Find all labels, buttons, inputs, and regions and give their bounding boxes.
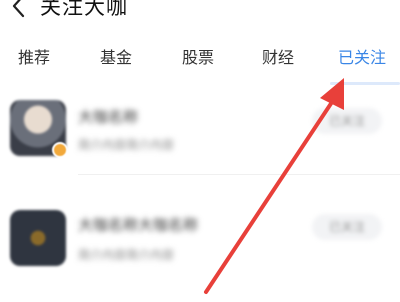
verified-badge-icon bbox=[52, 142, 68, 158]
tab-recommend[interactable]: 推荐 bbox=[18, 44, 50, 68]
tab-bar: 推荐 基金 股票 财经 已关注 bbox=[0, 44, 400, 74]
divider bbox=[78, 174, 400, 175]
list-item[interactable]: 大咖名称大咖名称 简介内容简介内容 已关注 bbox=[0, 202, 400, 302]
tab-finance[interactable]: 财经 bbox=[262, 44, 294, 68]
list-item-name: 大咖名称 bbox=[78, 108, 139, 126]
avatar bbox=[10, 210, 66, 266]
follow-toggle-button[interactable]: 已关注 bbox=[312, 214, 382, 240]
active-tab-indicator bbox=[330, 82, 400, 85]
tab-stocks[interactable]: 股票 bbox=[182, 44, 214, 68]
tab-fund[interactable]: 基金 bbox=[100, 44, 132, 68]
header: 关注大咖 bbox=[0, 0, 400, 28]
list-item-name: 大咖名称大咖名称 bbox=[78, 216, 199, 234]
back-chevron-icon[interactable] bbox=[8, 0, 30, 18]
list-item-description: 简介内容简介内容 bbox=[78, 138, 175, 152]
page-title: 关注大咖 bbox=[40, 0, 128, 19]
tab-followed[interactable]: 已关注 bbox=[338, 44, 386, 68]
list-item-description: 简介内容简介内容 bbox=[78, 248, 175, 262]
list-item[interactable]: 大咖名称 简介内容简介内容 已关注 bbox=[0, 90, 400, 190]
follow-toggle-button[interactable]: 已关注 bbox=[312, 108, 382, 134]
